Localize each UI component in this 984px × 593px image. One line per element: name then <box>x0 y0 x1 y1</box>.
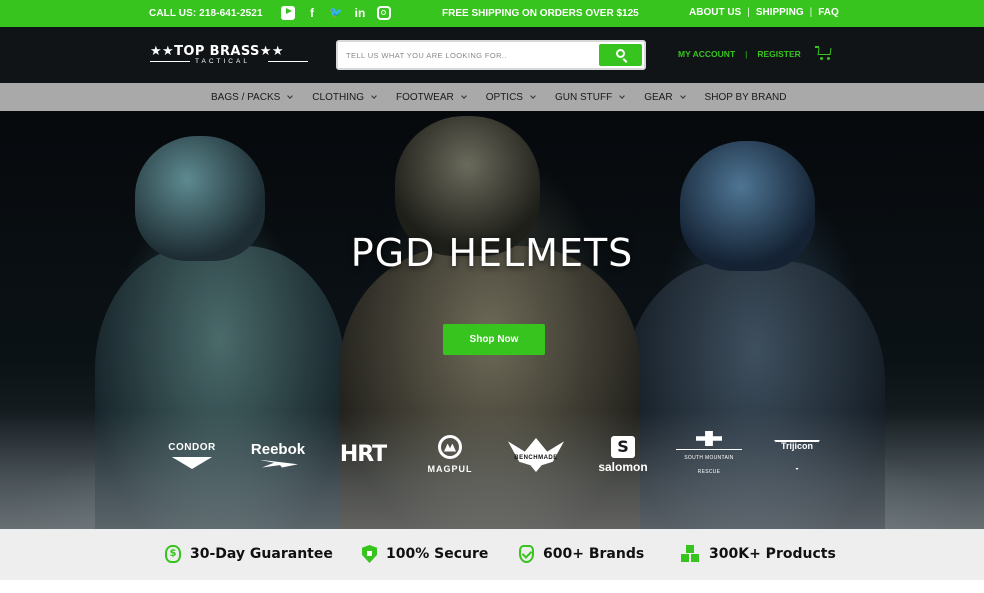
chevron-down-icon <box>371 93 377 99</box>
nav-item-label: SHOP BY BRAND <box>704 92 787 103</box>
top-links-separator: | <box>809 7 813 18</box>
cart-wheel <box>827 57 830 60</box>
phone-number[interactable]: CALL US: 218-641-2521 <box>149 8 263 19</box>
main-navigation: BAGS / PACKS CLOTHING FOOTWEAR OPTICS GU… <box>0 83 984 111</box>
youtube-icon[interactable] <box>281 6 295 20</box>
feature-label: 30-Day Guarantee <box>190 546 333 562</box>
brand-name: Trijicon <box>780 441 813 451</box>
facebook-icon[interactable]: f <box>305 6 319 20</box>
money-bag-icon <box>165 545 181 563</box>
hero-title: PGD HELMETS <box>350 231 634 275</box>
search-button[interactable] <box>599 44 642 66</box>
nav-item-gun-stuff[interactable]: GUN STUFF <box>554 92 626 103</box>
chevron-down-icon <box>619 93 626 99</box>
nav-item-label: CLOTHING <box>312 92 364 103</box>
account-separator: | <box>745 49 748 59</box>
brand-logos: CONDOR Reebok HRT MAGPUL BENCHMADE salom… <box>0 431 984 481</box>
brand-name: HRT <box>339 442 387 467</box>
nav-item-clothing[interactable]: CLOTHING <box>312 92 377 103</box>
rescue-cross-icon <box>696 431 722 446</box>
boxes-icon <box>680 545 700 563</box>
register-link[interactable]: REGISTER <box>757 49 800 59</box>
linkedin-icon[interactable]: in <box>353 6 367 20</box>
cart-icon[interactable] <box>815 46 832 60</box>
feature-label: 100% Secure <box>386 546 489 562</box>
shipping-link[interactable]: SHIPPING <box>756 7 804 18</box>
brand-logo-trijicon[interactable]: Trijicon <box>770 431 824 479</box>
top-bar: CALL US: 218-641-2521 f 🐦 in FREE SHIPPI… <box>0 0 984 27</box>
search-input[interactable] <box>338 42 600 68</box>
salomon-s-icon <box>611 436 635 458</box>
brand-name: BENCHMADE <box>514 455 558 461</box>
nav-item-gear[interactable]: GEAR <box>644 92 686 103</box>
brand-name: CONDOR <box>168 442 216 453</box>
check-shield-icon <box>519 545 534 563</box>
site-logo[interactable]: ★★TOP BRASS★★ TACTICAL <box>150 44 310 66</box>
features-strip: 30-Day Guarantee 100% Secure 600+ Brands… <box>0 529 984 580</box>
twitter-icon[interactable]: 🐦 <box>329 6 343 20</box>
chevron-down-icon <box>460 93 467 99</box>
my-account-link[interactable]: MY ACCOUNT <box>678 49 735 59</box>
brand-logo-south-mountain-rescue[interactable]: SOUTH MOUNTAIN RESCUE <box>676 431 742 479</box>
nav-item-label: FOOTWEAR <box>395 92 454 103</box>
instagram-icon[interactable] <box>377 5 391 20</box>
feature-brands: 600+ Brands <box>519 545 644 563</box>
logo-subtitle: TACTICAL <box>195 58 250 65</box>
brand-name: salomon <box>598 460 648 474</box>
brand-logo-magpul[interactable]: MAGPUL <box>418 431 482 479</box>
cart-wheel <box>820 57 823 60</box>
nav-item-label: GEAR <box>644 92 673 103</box>
top-links: ABOUT US | SHIPPING | FAQ <box>689 7 839 18</box>
nav-item-label: OPTICS <box>485 92 523 103</box>
search-bar <box>336 40 646 70</box>
lock-shield-icon <box>362 545 377 563</box>
brand-logo-condor[interactable]: CONDOR <box>166 431 218 479</box>
reebok-delta-icon <box>258 459 298 468</box>
logo-rule-right <box>268 61 308 62</box>
brand-name: MAGPUL <box>427 463 473 474</box>
feature-guarantee: 30-Day Guarantee <box>165 545 333 563</box>
magpul-emblem-icon <box>438 434 462 459</box>
site-header: ★★TOP BRASS★★ TACTICAL MY ACCOUNT | REGI… <box>0 27 984 83</box>
condor-mark-icon <box>172 457 212 469</box>
brand-name: SOUTH MOUNTAIN RESCUE <box>676 449 742 479</box>
feature-products: 300K+ Products <box>680 545 836 563</box>
nav-item-label: BAGS / PACKS <box>211 92 281 103</box>
brand-logo-salomon[interactable]: salomon <box>590 431 656 479</box>
account-links: MY ACCOUNT | REGISTER <box>678 49 801 59</box>
search-icon <box>616 49 625 58</box>
nav-item-optics[interactable]: OPTICS <box>485 92 536 103</box>
nav-item-footwear[interactable]: FOOTWEAR <box>395 92 467 103</box>
social-links: f 🐦 in <box>281 5 391 20</box>
chevron-down-icon <box>530 93 536 99</box>
about-us-link[interactable]: ABOUT US <box>689 7 741 18</box>
free-shipping-message: FREE SHIPPING ON ORDERS OVER $125 <box>442 8 639 19</box>
chevron-down-icon <box>679 93 686 99</box>
shop-now-button[interactable]: Shop Now <box>443 324 545 355</box>
faq-link[interactable]: FAQ <box>818 7 839 18</box>
feature-label: 300K+ Products <box>709 546 836 562</box>
cart-basket <box>817 48 832 55</box>
nav-item-bags-packs[interactable]: BAGS / PACKS <box>211 92 294 103</box>
top-links-separator: | <box>747 7 750 18</box>
brand-logo-hrt[interactable]: HRT <box>330 431 396 479</box>
logo-wordmark: ★★TOP BRASS★★ <box>150 44 284 59</box>
brand-name: Reebok <box>250 440 306 458</box>
nav-item-shop-by-brand[interactable]: SHOP BY BRAND <box>705 92 787 103</box>
brand-logo-benchmade[interactable]: BENCHMADE <box>504 431 568 479</box>
logo-rule-left <box>150 61 190 62</box>
nav-item-label: GUN STUFF <box>554 92 613 103</box>
brand-logo-reebok[interactable]: Reebok <box>246 431 310 479</box>
chevron-down-icon <box>287 93 294 99</box>
feature-secure: 100% Secure <box>362 545 488 563</box>
feature-label: 600+ Brands <box>543 546 645 562</box>
hero-banner[interactable]: PGD HELMETS Shop Now CONDOR Reebok HRT M… <box>0 111 984 529</box>
